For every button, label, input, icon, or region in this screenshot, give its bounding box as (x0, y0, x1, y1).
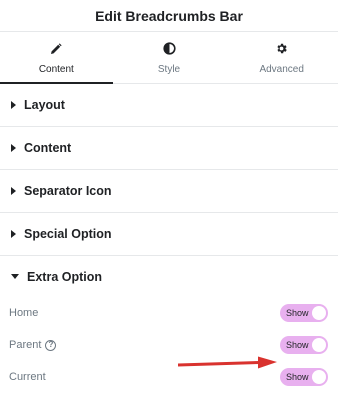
section-separator-icon[interactable]: Separator Icon (0, 170, 338, 213)
section-title: Layout (24, 98, 65, 112)
control-label: Current (9, 371, 46, 383)
toggle-label: Show (286, 340, 309, 350)
help-icon[interactable]: ? (45, 339, 57, 351)
tab-advanced[interactable]: Advanced (225, 32, 338, 83)
gear-icon (275, 41, 288, 57)
control-label: Parent ? (9, 339, 57, 351)
tab-bar: Content Style Advanced (0, 32, 338, 84)
section-title: Separator Icon (24, 184, 112, 198)
control-label: Home (9, 307, 38, 319)
caret-down-icon (11, 274, 19, 279)
section-extra-option[interactable]: Extra Option (0, 256, 338, 297)
control-home: Home Show (0, 297, 338, 329)
home-toggle[interactable]: Show (280, 304, 328, 322)
caret-right-icon (11, 187, 16, 195)
tab-content-label: Content (38, 63, 74, 75)
annotation-arrow-icon (178, 356, 277, 369)
caret-right-icon (11, 144, 16, 152)
tab-style[interactable]: Style (113, 32, 226, 83)
tab-style-label: Style (157, 63, 181, 75)
caret-right-icon (11, 230, 16, 238)
tab-advanced-label: Advanced (259, 63, 304, 75)
toggle-label: Show (286, 308, 309, 318)
toggle-knob (312, 338, 326, 352)
parent-label: Parent (9, 339, 42, 351)
section-title: Content (24, 141, 72, 155)
panel-title: Edit Breadcrumbs Bar (95, 7, 243, 24)
pencil-icon (50, 41, 62, 57)
toggle-knob (312, 370, 326, 384)
section-content[interactable]: Content (0, 127, 338, 170)
section-title: Extra Option (27, 269, 103, 284)
section-title: Special Option (24, 227, 112, 241)
control-parent: Parent ? Show (0, 329, 338, 361)
section-special-option[interactable]: Special Option (0, 213, 338, 256)
panel-header: Edit Breadcrumbs Bar (0, 0, 338, 32)
control-current: Current Show (0, 361, 338, 393)
tab-content[interactable]: Content (0, 32, 113, 84)
current-label: Current (9, 371, 46, 383)
toggle-label: Show (286, 372, 309, 382)
parent-toggle[interactable]: Show (280, 336, 328, 354)
current-toggle[interactable]: Show (280, 368, 328, 386)
half-circle-icon (162, 41, 176, 57)
section-layout[interactable]: Layout (0, 84, 338, 127)
home-label: Home (9, 307, 39, 319)
caret-right-icon (11, 101, 16, 109)
toggle-knob (312, 306, 326, 320)
